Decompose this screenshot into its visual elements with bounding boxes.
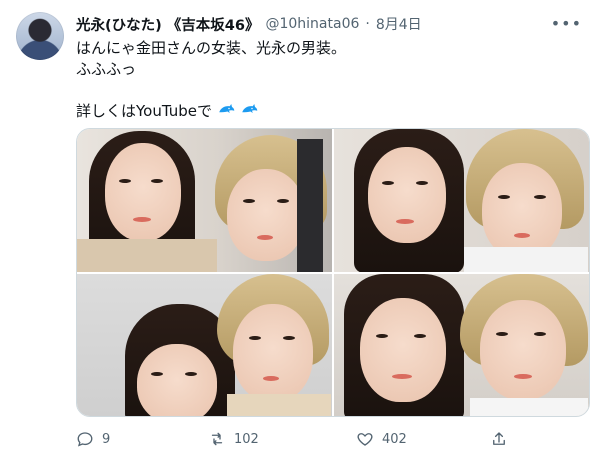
tweet-text: はんにゃ金田さんの女装、光永の男装。 ふふふっ 詳しくはYouTubeで	[76, 38, 576, 125]
tweet-line-1: はんにゃ金田さんの女装、光永の男装。	[76, 39, 347, 57]
photo-3[interactable]	[77, 273, 332, 416]
retweet-button[interactable]: 102	[208, 430, 356, 448]
tweet-line-4-text: 詳しくはYouTubeで	[76, 102, 212, 120]
tweet-line-3	[76, 80, 576, 101]
more-options-icon[interactable]: •••	[551, 14, 582, 33]
reply-icon	[77, 432, 93, 447]
author-handle[interactable]: @10hinata06	[265, 16, 359, 32]
avatar[interactable]	[16, 12, 64, 60]
dolphin-icon	[240, 101, 258, 125]
photo-1[interactable]	[77, 129, 332, 272]
retweet-count: 102	[234, 431, 259, 447]
separator-dot: ·	[365, 16, 370, 32]
tweet-date[interactable]: 8月4日	[376, 14, 422, 34]
photo-4[interactable]	[334, 273, 589, 416]
tweet-actions: 9 102 402	[76, 428, 516, 450]
reply-button[interactable]: 9	[76, 430, 208, 448]
reply-count: 9	[102, 431, 111, 447]
share-button[interactable]	[490, 430, 508, 448]
tweet-line-4: 詳しくはYouTubeで	[76, 101, 576, 125]
media-grid	[76, 128, 590, 417]
photo-2[interactable]	[334, 129, 589, 272]
tweet-header: 光永(ひなた) 《吉本坂46》 @10hinata06 · 8月4日	[76, 14, 540, 34]
dolphin-icon	[217, 101, 235, 125]
retweet-icon	[211, 432, 223, 446]
heart-icon	[357, 433, 373, 446]
like-button[interactable]: 402	[356, 430, 490, 448]
tweet-line-2: ふふふっ	[76, 60, 137, 78]
author-name[interactable]: 光永(ひなた) 《吉本坂46》	[76, 14, 259, 35]
share-icon	[493, 432, 505, 445]
like-count: 402	[382, 431, 407, 447]
